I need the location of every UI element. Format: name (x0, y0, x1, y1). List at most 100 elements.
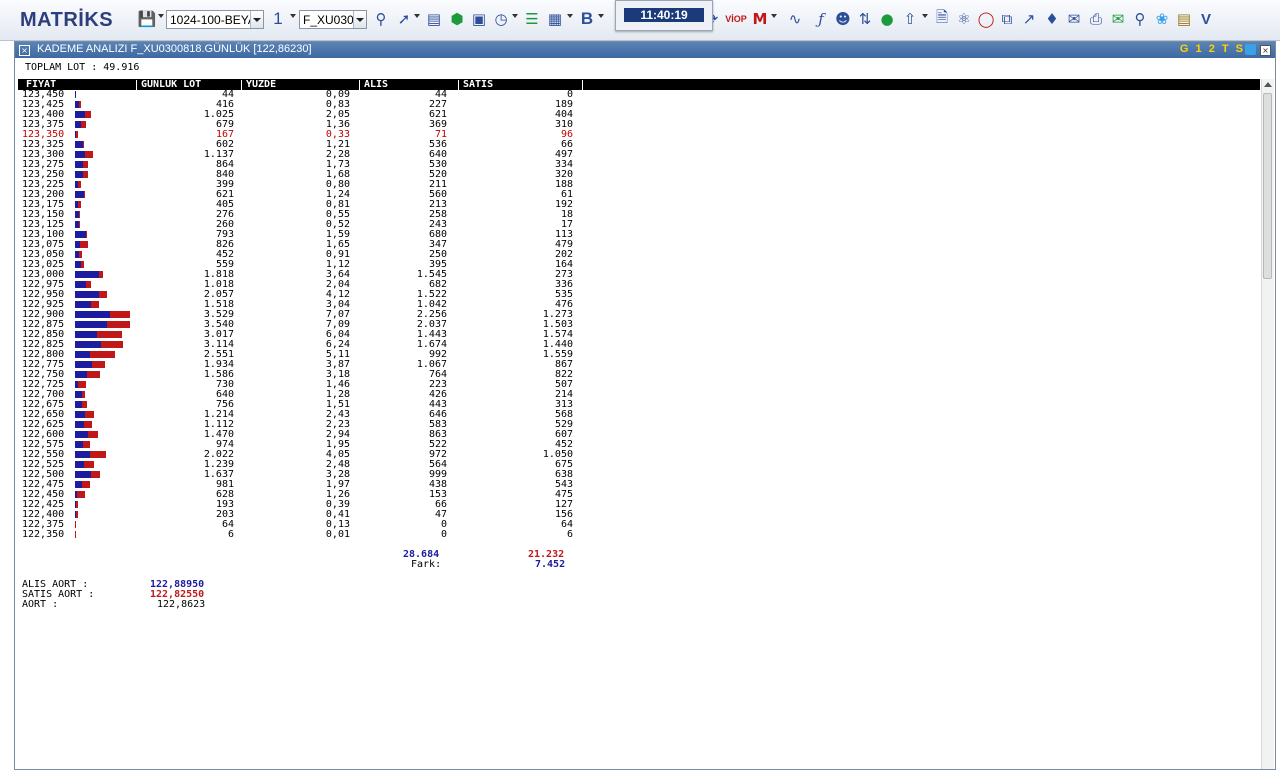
line-chart-icon[interactable]: ∿ (785, 9, 805, 29)
header-satis[interactable]: SATIS (463, 79, 493, 90)
table-row[interactable]: 123,225 399 0,80 211 188 (18, 180, 588, 190)
table-row[interactable]: 123,050 452 0,91 250 202 (18, 250, 588, 260)
table-row[interactable]: 122,750 1.586 3,18 764 822 (18, 370, 588, 380)
table-row[interactable]: 123,425 416 0,83 227 189 (18, 100, 588, 110)
table-row[interactable]: 123,075 826 1,65 347 479 (18, 240, 588, 250)
header-yuzde[interactable]: YUZDE (246, 79, 276, 90)
viop-button[interactable]: VİOP (725, 9, 747, 29)
table-row[interactable]: 123,250 840 1,68 520 320 (18, 170, 588, 180)
mail-icon[interactable]: ✉ (1064, 9, 1084, 29)
pointer-icon[interactable]: ➚ (394, 9, 414, 29)
table-row[interactable]: 123,200 621 1,24 560 61 (18, 190, 588, 200)
table-row[interactable]: 122,550 2.022 4,05 972 1.050 (18, 450, 588, 460)
table-row[interactable]: 122,975 1.018 2,04 682 336 (18, 280, 588, 290)
save-icon[interactable]: 💾 (137, 9, 157, 29)
table-row[interactable]: 122,900 3.529 7,07 2.256 1.273 (18, 310, 588, 320)
export-icon[interactable]: ↗ (1019, 9, 1039, 29)
printer-icon[interactable]: ⎙ (1086, 9, 1106, 29)
table-row[interactable]: 122,775 1.934 3,87 1.067 867 (18, 360, 588, 370)
clock-dropdown-caret[interactable] (512, 14, 518, 18)
table-dropdown-caret[interactable] (567, 14, 573, 18)
book-icon[interactable]: ▤ (1174, 9, 1194, 29)
layout-combo[interactable]: 1024-100-BEYAZ (166, 10, 264, 29)
chat-icon[interactable]: ✉ (1108, 9, 1128, 29)
symbol-combo[interactable]: F_XU0300818 (299, 10, 367, 29)
table-row[interactable]: 123,300 1.137 2,28 640 497 (18, 150, 588, 160)
bell-icon[interactable]: ♦ (1042, 9, 1062, 29)
m-dropdown-caret[interactable] (771, 14, 777, 18)
table-row[interactable]: 122,700 640 1,28 426 214 (18, 390, 588, 400)
user-icon[interactable]: ☻ (833, 9, 853, 29)
table-row[interactable]: 122,400 203 0,41 47 156 (18, 510, 588, 520)
table-row[interactable]: 122,800 2.551 5,11 992 1.559 (18, 350, 588, 360)
table-row[interactable]: 122,475 981 1,97 438 543 (18, 480, 588, 490)
traffic-light-icon[interactable]: ● (877, 9, 897, 29)
table-row[interactable]: 122,525 1.239 2,48 564 675 (18, 460, 588, 470)
table-row[interactable]: 123,100 793 1,59 680 113 (18, 230, 588, 240)
table-row[interactable]: 123,000 1.818 3,64 1.545 273 (18, 270, 588, 280)
table-row[interactable]: 122,350 6 0,01 0 6 (18, 530, 588, 540)
layout-combo-arrow[interactable] (250, 11, 263, 28)
table-row[interactable]: 122,375 64 0,13 0 64 (18, 520, 588, 530)
network-icon[interactable]: ⚛ (954, 9, 974, 29)
window-badge[interactable]: G 1 2 T S (1180, 43, 1245, 55)
window-number-caret[interactable] (290, 14, 296, 18)
cube-icon[interactable]: ⬢ (447, 9, 467, 29)
window-titlebar[interactable]: × KADEME ANALIZI F_XU0300818.GÜNLÜK [122… (15, 42, 1275, 58)
header-gunluk-lot[interactable]: GUNLUK LOT (141, 79, 201, 90)
header-alis[interactable]: ALIS (364, 79, 388, 90)
alarm-icon[interactable]: ◯ (976, 9, 996, 29)
table-row[interactable]: 122,425 193 0,39 66 127 (18, 500, 588, 510)
table-row[interactable]: 122,825 3.114 6,24 1.674 1.440 (18, 340, 588, 350)
table-row[interactable]: 122,675 756 1,51 443 313 (18, 400, 588, 410)
transfer-icon[interactable]: ⇅ (855, 9, 875, 29)
table-row[interactable]: 122,500 1.637 3,28 999 638 (18, 470, 588, 480)
upload-icon[interactable]: ⇧ (900, 9, 920, 29)
search-icon[interactable]: ⚲ (371, 9, 391, 29)
table-row[interactable]: 122,600 1.470 2,94 863 607 (18, 430, 588, 440)
close-icon[interactable]: × (1260, 45, 1271, 56)
table-row[interactable]: 123,375 679 1,36 369 310 (18, 120, 588, 130)
table-icon[interactable]: ▦ (545, 9, 565, 29)
table-row[interactable]: 123,400 1.025 2,05 621 404 (18, 110, 588, 120)
table-row[interactable]: 123,025 559 1,12 395 164 (18, 260, 588, 270)
twitter-icon[interactable]: ❀ (1152, 9, 1172, 29)
pointer-dropdown-caret[interactable] (414, 14, 420, 18)
table-row[interactable]: 122,925 1.518 3,04 1.042 476 (18, 300, 588, 310)
window-size-icon[interactable]: ⧉ (997, 9, 1017, 29)
table-row[interactable]: 123,150 276 0,55 258 18 (18, 210, 588, 220)
table-row[interactable]: 122,575 974 1,95 522 452 (18, 440, 588, 450)
table-row[interactable]: 123,275 864 1,73 530 334 (18, 160, 588, 170)
table-row[interactable]: 122,725 730 1,46 223 507 (18, 380, 588, 390)
twitter-icon[interactable] (1245, 44, 1256, 55)
table-row[interactable]: 123,350 167 0,33 71 96 (18, 130, 588, 140)
window-menu-icon[interactable]: × (19, 45, 30, 56)
zoom-icon[interactable]: ⚲ (1130, 9, 1150, 29)
window-number[interactable]: 1 (268, 9, 288, 29)
vertical-scrollbar[interactable] (1261, 79, 1274, 769)
table-row[interactable]: 123,325 602 1,21 536 66 (18, 140, 588, 150)
table-row[interactable]: 122,850 3.017 6,04 1.443 1.574 (18, 330, 588, 340)
table-row[interactable]: 123,175 405 0,81 213 192 (18, 200, 588, 210)
bold-button[interactable]: B (577, 9, 597, 29)
table-row[interactable]: 122,650 1.214 2,43 646 568 (18, 410, 588, 420)
m-logo-icon[interactable]: M (750, 9, 770, 29)
table-row[interactable]: 123,450 44 0,09 44 0 (18, 90, 588, 100)
formula-icon[interactable]: ƒ (811, 9, 831, 29)
upload-dropdown-caret[interactable] (922, 14, 928, 18)
table-row[interactable]: 122,450 628 1,26 153 475 (18, 490, 588, 500)
symbol-combo-arrow[interactable] (353, 11, 366, 28)
list-icon[interactable]: ☰ (522, 9, 542, 29)
bold-dropdown-caret[interactable] (598, 14, 604, 18)
table-row[interactable]: 122,625 1.112 2,23 583 529 (18, 420, 588, 430)
table-row[interactable]: 123,125 260 0,52 243 17 (18, 220, 588, 230)
table-row[interactable]: 122,875 3.540 7,09 2.037 1.503 (18, 320, 588, 330)
bar-chart-icon[interactable]: ▤ (424, 9, 444, 29)
v-logo-icon[interactable]: V (1196, 9, 1216, 29)
scroll-up-arrow-icon[interactable] (1264, 82, 1272, 87)
scrollbar-thumb[interactable] (1263, 93, 1272, 279)
save-dropdown-caret[interactable] (158, 14, 164, 18)
monitor-icon[interactable]: ▣ (469, 9, 489, 29)
table-row[interactable]: 122,950 2.057 4,12 1.522 535 (18, 290, 588, 300)
document-icon[interactable]: 🗎 (932, 8, 952, 29)
